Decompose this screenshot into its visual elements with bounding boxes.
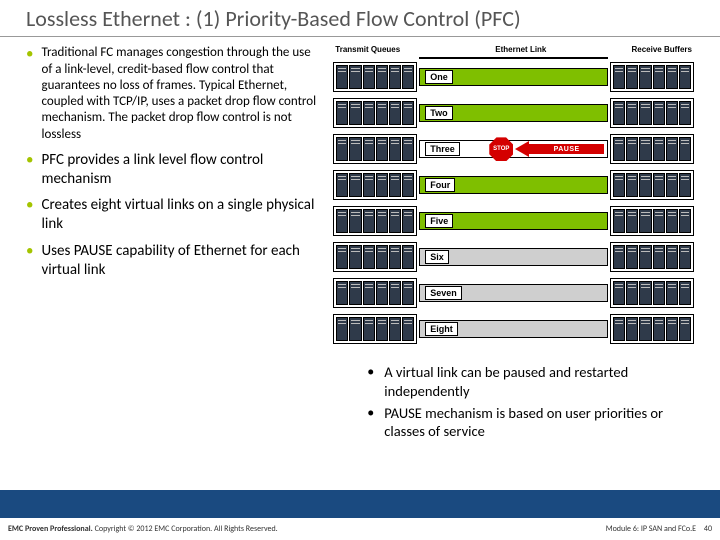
lane-label: One (425, 70, 453, 84)
lane-row: Four (333, 168, 694, 204)
footer-bar (0, 490, 720, 518)
receive-rack (610, 278, 694, 308)
diagram-header-ethernet: Ethernet Link (495, 45, 546, 54)
bullet-marker: • (367, 404, 374, 440)
sub-bullet-item: • A virtual link can be paused and resta… (367, 363, 694, 399)
bullet-item: • Uses PAUSE capability of Ethernet for … (26, 242, 323, 280)
transmit-rack (333, 278, 417, 308)
transmit-rack (333, 170, 417, 200)
right-column: Transmit Queues Ethernet Link Receive Bu… (333, 45, 694, 444)
bullet-item: • Creates eight virtual links on a singl… (26, 196, 323, 234)
pfc-diagram: Transmit Queues Ethernet Link Receive Bu… (333, 45, 694, 355)
lane-row: Five (333, 204, 694, 240)
left-column: • Traditional FC manages congestion thro… (26, 45, 333, 444)
lane-label: Five (425, 214, 453, 228)
pause-arrow: PAUSE (515, 141, 604, 157)
virtual-lanes: One Two Three STOP PAUSE (333, 60, 694, 348)
lane-row: One (333, 60, 694, 96)
receive-rack (610, 314, 694, 344)
receive-rack (610, 206, 694, 236)
lane-row: Two (333, 96, 694, 132)
bullet-text: PFC provides a link level flow control m… (41, 151, 323, 189)
slide-title: Lossless Ethernet : (1) Priority-Based F… (0, 0, 720, 37)
bullet-marker: • (26, 45, 33, 143)
bullet-item: • PFC provides a link level flow control… (26, 151, 323, 189)
content-area: • Traditional FC manages congestion thro… (0, 45, 720, 444)
footer-page: 40 (704, 524, 712, 534)
stop-icon: STOP (489, 137, 513, 161)
diagram-header-transmit: Transmit Queues (335, 45, 400, 54)
bullet-item: • Traditional FC manages congestion thro… (26, 45, 323, 143)
lane-label: Four (425, 178, 455, 192)
receive-rack (610, 134, 694, 164)
lane-label: Six (425, 250, 449, 264)
transmit-rack (333, 206, 417, 236)
footer-left: EMC Proven Professional. Copyright © 201… (8, 524, 278, 534)
lane-label: Three (425, 142, 460, 156)
lane-row: Six (333, 240, 694, 276)
diagram-header-receive: Receive Buffers (632, 45, 692, 54)
bullet-text: Uses PAUSE capability of Ethernet for ea… (41, 242, 323, 280)
footer-module: Module 6: IP SAN and FCo.E (606, 524, 696, 534)
bullet-text: Creates eight virtual links on a single … (41, 196, 323, 234)
receive-rack (610, 98, 694, 128)
lane-label: Two (425, 106, 452, 120)
footer-copyright: Copyright © 2012 EMC Corporation. All Ri… (93, 524, 278, 534)
sub-bullet-text: A virtual link can be paused and restart… (384, 363, 694, 399)
sub-bullet-item: • PAUSE mechanism is based on user prior… (367, 404, 694, 440)
receive-rack (610, 170, 694, 200)
bullet-marker: • (367, 363, 374, 399)
lane-row: Eight (333, 312, 694, 348)
footer-brand: EMC Proven Professional. (8, 524, 93, 534)
transmit-rack (333, 98, 417, 128)
transmit-rack (333, 314, 417, 344)
sub-bullet-text: PAUSE mechanism is based on user priorit… (384, 404, 694, 440)
transmit-rack (333, 242, 417, 272)
lane-row: Seven (333, 276, 694, 312)
lane-label: Eight (425, 322, 458, 336)
transmit-rack (333, 62, 417, 92)
transmit-rack (333, 134, 417, 164)
bullet-text: Traditional FC manages congestion throug… (41, 45, 323, 143)
receive-rack (610, 242, 694, 272)
bullet-marker: • (26, 242, 33, 280)
lane-row-paused: Three STOP PAUSE (333, 132, 694, 168)
lane-label: Seven (425, 286, 462, 300)
bullet-marker: • (26, 151, 33, 189)
footer-right: Module 6: IP SAN and FCo.E 40 (606, 524, 712, 534)
right-sub-bullets: • A virtual link can be paused and resta… (333, 363, 694, 440)
footer: EMC Proven Professional. Copyright © 201… (8, 524, 712, 534)
bullet-marker: • (26, 196, 33, 234)
ethernet-link-line (419, 57, 608, 59)
pause-label: PAUSE (529, 144, 604, 154)
arrow-head-icon (515, 141, 529, 157)
receive-rack (610, 62, 694, 92)
